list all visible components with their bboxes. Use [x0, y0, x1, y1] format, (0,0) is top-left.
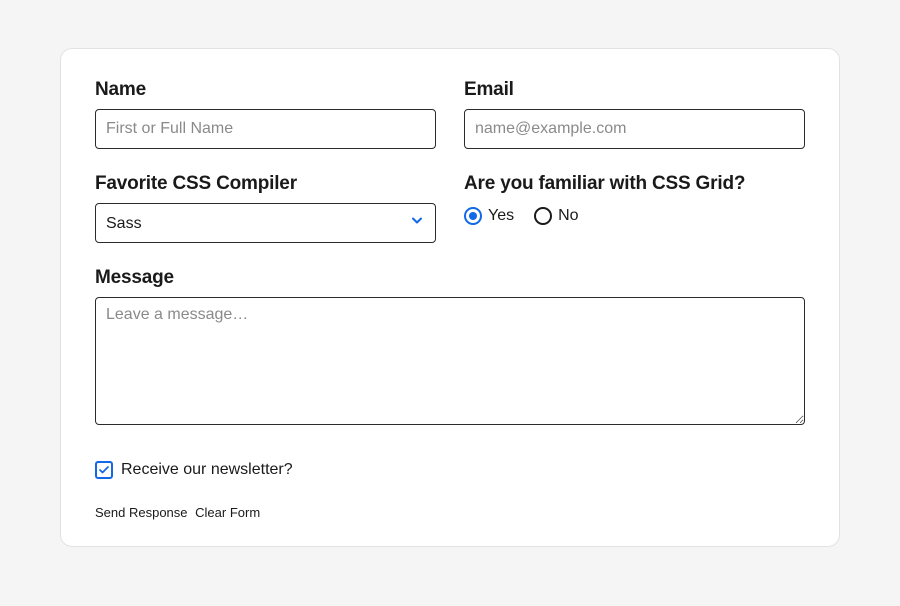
- clear-button[interactable]: Clear Form: [195, 505, 260, 520]
- name-label: Name: [95, 79, 436, 101]
- grid-radio-group: Yes No: [464, 203, 805, 225]
- radio-no[interactable]: No: [534, 207, 578, 225]
- field-newsletter: Receive our newsletter?: [95, 449, 805, 479]
- radio-icon: [464, 207, 482, 225]
- email-input[interactable]: [464, 109, 805, 149]
- message-label: Message: [95, 267, 805, 289]
- field-message: Message: [95, 267, 805, 425]
- radio-yes[interactable]: Yes: [464, 207, 514, 225]
- field-compiler: Favorite CSS Compiler Sass: [95, 173, 436, 243]
- compiler-select-wrap: Sass: [95, 203, 436, 243]
- field-name: Name: [95, 79, 436, 149]
- email-label: Email: [464, 79, 805, 101]
- radio-no-label: No: [558, 207, 578, 225]
- name-input[interactable]: [95, 109, 436, 149]
- newsletter-label: Receive our newsletter?: [121, 461, 293, 479]
- newsletter-checkbox[interactable]: Receive our newsletter?: [95, 461, 805, 479]
- compiler-label: Favorite CSS Compiler: [95, 173, 436, 195]
- checkmark-icon: [95, 461, 113, 479]
- form-actions: Send Response Clear Form: [95, 505, 805, 520]
- submit-button[interactable]: Send Response: [95, 505, 188, 520]
- field-grid-familiar: Are you familiar with CSS Grid? Yes No: [464, 173, 805, 243]
- grid-label: Are you familiar with CSS Grid?: [464, 173, 805, 195]
- form-card: Name Email Favorite CSS Compiler Sass Ar…: [60, 48, 840, 547]
- compiler-select[interactable]: Sass: [96, 204, 435, 242]
- message-textarea[interactable]: [95, 297, 805, 425]
- radio-yes-label: Yes: [488, 207, 514, 225]
- field-email: Email: [464, 79, 805, 149]
- radio-icon: [534, 207, 552, 225]
